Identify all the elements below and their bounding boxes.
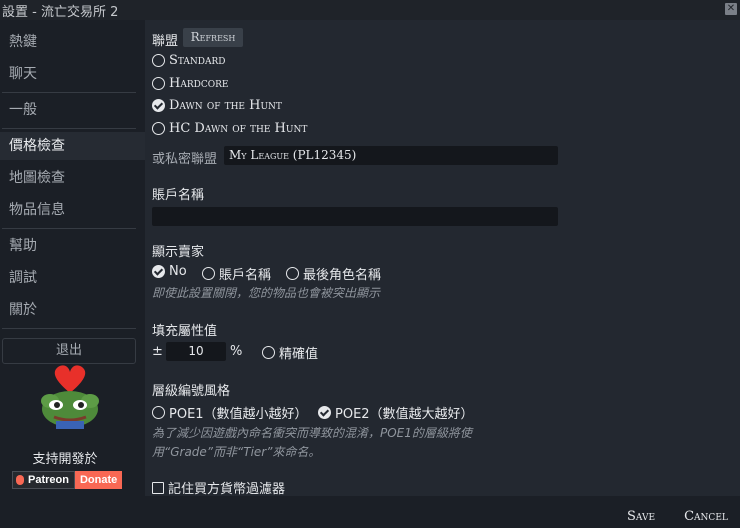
patreon-badge: Patreon	[12, 471, 75, 489]
sidebar-divider	[2, 328, 136, 329]
patreon-label: Patreon	[28, 474, 69, 486]
show-seller-option-account[interactable]: 賬戶名稱	[202, 264, 271, 283]
show-seller-option-last-character[interactable]: 最後角色名稱	[286, 264, 381, 283]
tier-style-label: 層級編號風格	[152, 384, 231, 399]
fill-stats-unit: %	[230, 344, 243, 359]
sidebar-divider	[2, 228, 136, 229]
sidebar-divider	[2, 128, 136, 129]
radio-label: Standard	[169, 53, 226, 68]
sidebar-item-map-check[interactable]: 地圖檢查	[0, 164, 145, 192]
account-name-label: 賬戶名稱	[152, 188, 205, 203]
cancel-button[interactable]: Cancel	[676, 506, 736, 528]
radio-label: POE1（數值越小越好）	[169, 407, 308, 422]
title-bar: 設置 - 流亡交易所 2 ✕	[0, 0, 740, 20]
pepe-heart-icon	[41, 365, 99, 429]
fill-stats-label: 填充屬性值	[152, 324, 218, 339]
radio-icon	[152, 77, 165, 90]
sidebar: 熱鍵 聊天 一般 價格檢查 地圖檢查 物品信息 幫助 調試 關於 退出 支持開發…	[0, 20, 145, 528]
fill-stats-prefix: ±	[152, 344, 163, 359]
radio-label: HC Dawn of the Hunt	[169, 121, 308, 136]
refresh-button[interactable]: Refresh	[183, 28, 243, 47]
sidebar-item-general[interactable]: 一般	[0, 96, 145, 124]
radio-icon	[152, 122, 165, 135]
league-option-hc-dawn-of-the-hunt[interactable]: HC Dawn of the Hunt	[152, 121, 307, 136]
sidebar-item-about[interactable]: 關於	[0, 296, 145, 324]
radio-icon	[286, 267, 299, 280]
league-option-dawn-of-the-hunt[interactable]: Dawn of the Hunt	[152, 98, 282, 113]
patreon-logo-icon	[16, 475, 24, 485]
radio-icon	[152, 54, 165, 67]
sidebar-item-debug[interactable]: 調試	[0, 264, 145, 292]
private-league-input[interactable]: My League (PL12345)	[224, 146, 558, 165]
support-text: 支持開發於	[32, 452, 98, 467]
radio-label: 最後角色名稱	[303, 268, 382, 283]
sidebar-item-hotkeys[interactable]: 熱鍵	[0, 28, 145, 56]
tier-style-option-poe2[interactable]: POE2（數值越大越好）	[318, 403, 474, 422]
show-seller-label: 顯示賣家	[152, 245, 205, 260]
tier-style-option-poe1[interactable]: POE1（數值越小越好）	[152, 403, 308, 422]
remember-currency-filter-checkbox[interactable]: 記住買方貨幣過濾器	[152, 478, 285, 496]
exact-value-option[interactable]: 精確值	[262, 343, 318, 362]
radio-label: 精確值	[279, 347, 319, 362]
sidebar-divider	[2, 92, 136, 93]
save-button[interactable]: Save	[616, 506, 666, 528]
show-seller-hint: 即使此設置關閉，您的物品也會被突出顯示	[152, 286, 381, 300]
show-seller-option-no[interactable]: No	[152, 264, 187, 279]
fill-stats-input[interactable]: 10	[166, 342, 226, 361]
private-league-label: 或私密聯盟	[152, 152, 218, 167]
radio-label: Hardcore	[169, 76, 229, 91]
radio-label: Dawn of the Hunt	[169, 98, 282, 113]
settings-panel: 聯盟 Refresh Standard Hardcore Dawn of the…	[145, 20, 740, 496]
radio-icon	[262, 346, 275, 359]
radio-icon	[202, 267, 215, 280]
tier-style-hint-line1: 為了減少因遊戲內命名衝突而導致的混淆，POE1的層級將使	[152, 426, 472, 440]
league-option-hardcore[interactable]: Hardcore	[152, 76, 228, 91]
radio-label: POE2（數值越大越好）	[335, 407, 474, 422]
donate-label: Donate	[74, 471, 123, 489]
logout-button[interactable]: 退出	[2, 338, 136, 364]
checkbox-label: 記住買方貨幣過濾器	[168, 482, 286, 496]
sidebar-item-chat[interactable]: 聊天	[0, 60, 145, 88]
account-name-input[interactable]	[152, 207, 558, 226]
window-title: 設置 - 流亡交易所 2	[2, 5, 119, 20]
league-option-standard[interactable]: Standard	[152, 53, 226, 68]
sidebar-item-item-info[interactable]: 物品信息	[0, 196, 145, 224]
radio-icon	[152, 406, 165, 419]
close-icon[interactable]: ✕	[725, 3, 737, 15]
radio-label: No	[169, 264, 187, 279]
checkbox-icon	[152, 481, 164, 494]
radio-checked-icon	[152, 99, 165, 112]
tier-style-hint-line2: 用“Grade”而非“Tier”來命名。	[152, 445, 321, 459]
league-label: 聯盟	[152, 34, 179, 49]
radio-checked-icon	[318, 406, 331, 419]
sidebar-item-help[interactable]: 幫助	[0, 232, 145, 260]
patreon-donate-button[interactable]: Patreon Donate	[12, 471, 123, 489]
sidebar-item-price-check[interactable]: 價格檢查	[0, 132, 145, 160]
radio-label: 賬戶名稱	[219, 268, 272, 283]
radio-checked-icon	[152, 265, 165, 278]
